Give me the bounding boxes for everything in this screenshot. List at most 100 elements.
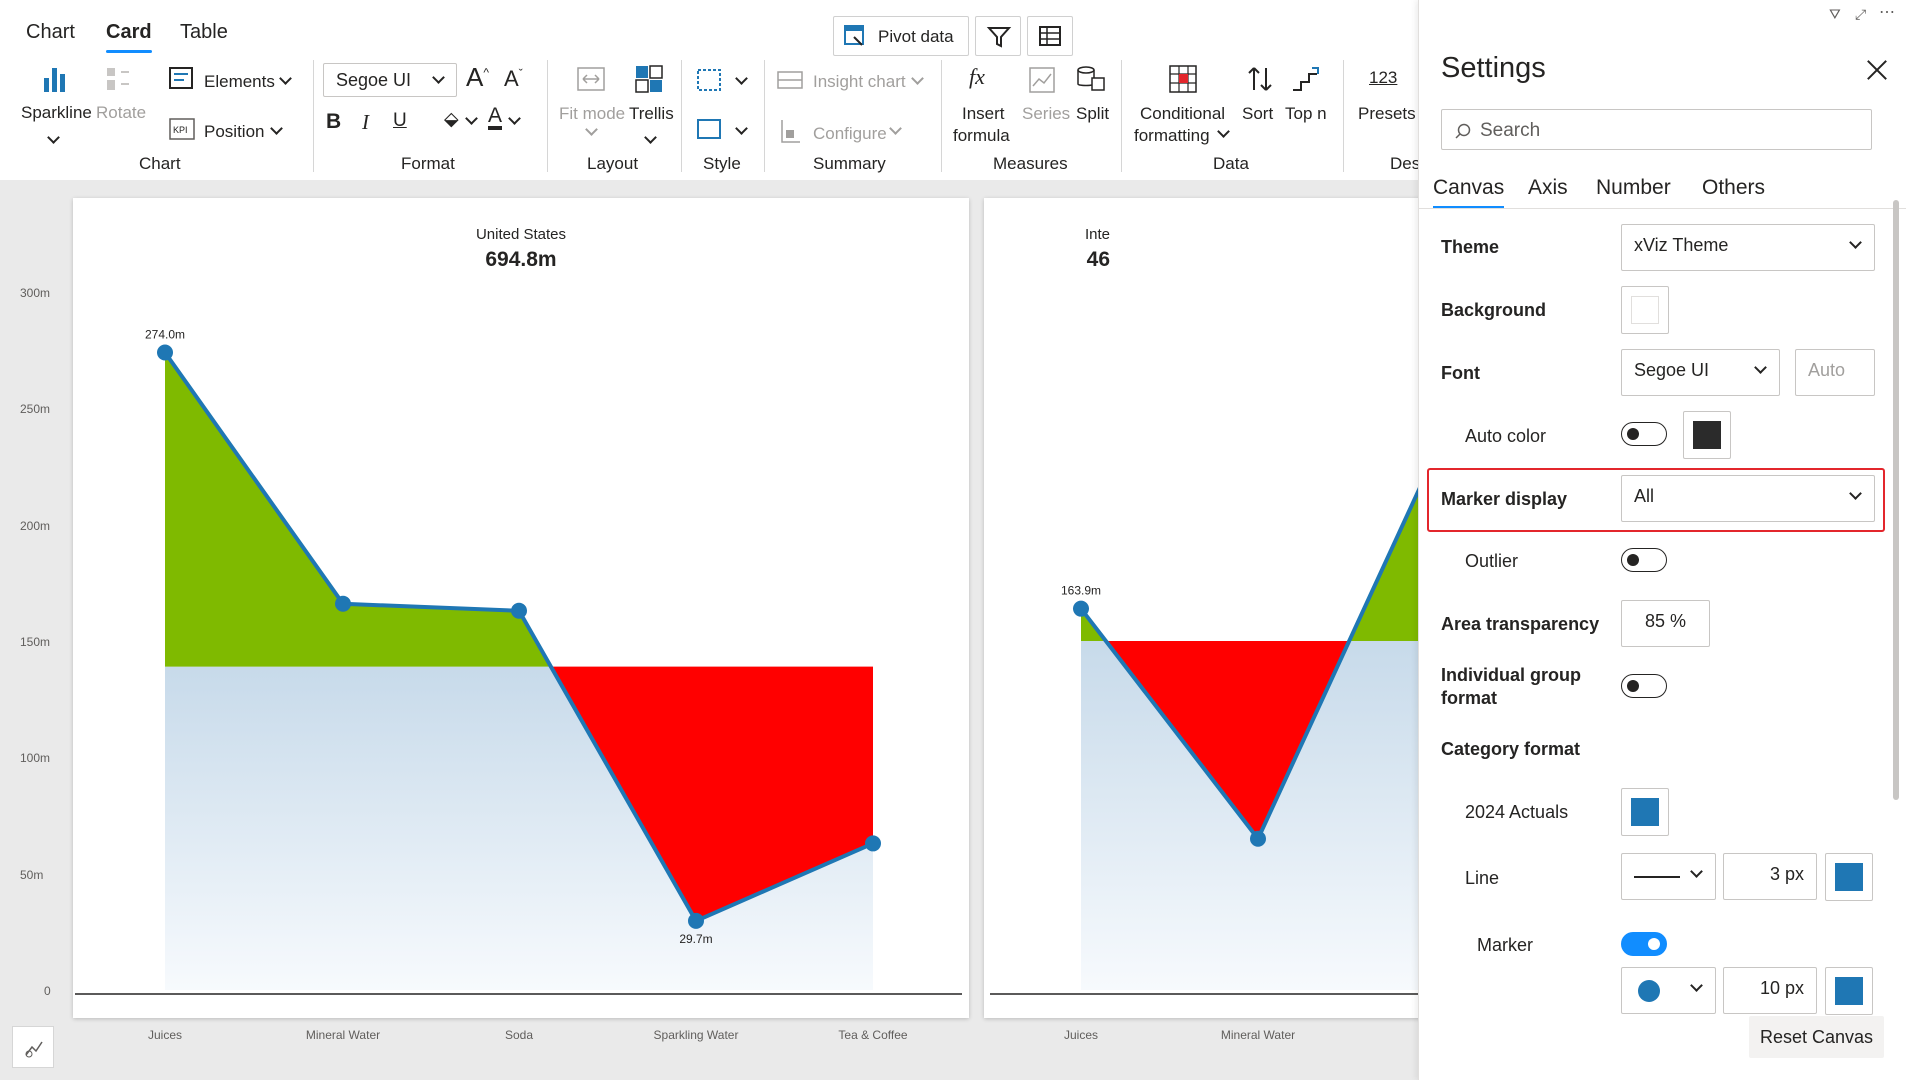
search-input[interactable]: Search	[1441, 109, 1872, 150]
tab-card[interactable]: Card	[106, 21, 152, 53]
font-color-picker[interactable]	[1683, 411, 1731, 459]
x-category-label: Mineral Water	[305, 1028, 381, 1042]
individual-group-label-2: format	[1441, 688, 1498, 708]
font-size-input[interactable]: Auto	[1795, 349, 1875, 396]
fill-color-icon[interactable]: ⬙	[444, 108, 459, 131]
category-format-label: Category format	[1441, 739, 1581, 759]
trellis-icon	[635, 65, 663, 93]
fit-mode-icon	[577, 67, 605, 91]
pivot-icon	[844, 25, 864, 46]
insight-chart-label: Insight chart	[813, 72, 906, 91]
sort-label: Sort	[1242, 104, 1274, 123]
marker-display-select[interactable]: All	[1621, 475, 1875, 522]
border-icon	[697, 69, 721, 91]
svg-text:KPI: KPI	[173, 125, 188, 135]
scrollbar[interactable]	[1893, 200, 1899, 800]
font-label: Font	[1441, 363, 1480, 383]
rotate-label: Rotate	[96, 103, 147, 122]
outlier-toggle[interactable]	[1621, 548, 1667, 572]
font-family-select[interactable]: Segoe UI	[323, 63, 457, 97]
sparkline-icon	[44, 68, 65, 92]
font-size-value: Auto	[1808, 360, 1846, 380]
close-icon[interactable]	[1866, 59, 1888, 81]
italic-icon[interactable]: I	[362, 110, 369, 135]
marker-size-input[interactable]: 10 px	[1723, 967, 1817, 1014]
data-marker	[157, 344, 173, 361]
font-select[interactable]: Segoe UI	[1621, 349, 1780, 396]
individual-group-label: Individual group	[1441, 665, 1581, 685]
chevron-down-icon	[270, 122, 283, 135]
rotate-icon	[107, 68, 129, 90]
background-color-picker[interactable]	[1621, 286, 1669, 334]
pivot-data-button[interactable]: Pivot data	[833, 16, 969, 56]
group-label-style: Style	[703, 154, 741, 173]
tab-others[interactable]: Others	[1702, 176, 1765, 200]
individual-group-toggle[interactable]	[1621, 674, 1667, 698]
marker-toggle[interactable]	[1621, 932, 1667, 956]
top-n-label: Top n	[1285, 104, 1327, 123]
position-label: Position	[204, 122, 265, 141]
tab-table[interactable]: Table	[180, 21, 228, 44]
chevron-down-icon	[1849, 487, 1862, 500]
auto-color-label: Auto color	[1465, 426, 1547, 446]
data-marker	[511, 602, 527, 619]
divider	[547, 60, 548, 172]
tab-canvas[interactable]: Canvas	[1433, 176, 1505, 209]
area-transparency-value: 85 %	[1644, 611, 1687, 631]
chevron-down-icon[interactable]	[508, 112, 521, 125]
marker-size-value: 10 px	[1759, 978, 1804, 998]
filter-settings-button[interactable]	[975, 16, 1021, 56]
marker-display-value: All	[1634, 486, 1655, 506]
font-value: Segoe UI	[1634, 360, 1710, 380]
chevron-down-icon	[911, 72, 924, 85]
tab-number[interactable]: Number	[1596, 176, 1671, 200]
x-category-label: Juices	[147, 1028, 183, 1042]
theme-select[interactable]: xViz Theme	[1621, 224, 1875, 271]
grow-font-icon[interactable]: A^	[466, 62, 489, 93]
more-options-icon[interactable]: ⋯	[1879, 2, 1895, 22]
edit-icon-button[interactable]	[12, 1026, 54, 1068]
filter-icon[interactable]: ⛛	[1829, 6, 1841, 23]
tab-axis[interactable]: Axis	[1528, 176, 1568, 200]
outlier-label: Outlier	[1465, 551, 1519, 571]
line-color-picker[interactable]	[1825, 853, 1873, 901]
data-marker	[335, 595, 351, 612]
shrink-font-icon[interactable]: Aˇ	[504, 66, 523, 92]
font-color-icon[interactable]: A	[488, 105, 503, 130]
chevron-down-icon	[1690, 865, 1703, 878]
split-label: Split	[1076, 104, 1110, 123]
table-edit-button[interactable]	[1027, 16, 1073, 56]
theme-label: Theme	[1441, 237, 1500, 257]
marker-shape-select[interactable]	[1621, 967, 1716, 1014]
divider	[764, 60, 765, 172]
expand-icon[interactable]: ⤢	[1855, 6, 1866, 23]
chevron-down-icon[interactable]	[465, 112, 478, 125]
divider	[681, 60, 682, 172]
tab-chart[interactable]: Chart	[26, 21, 75, 44]
auto-color-toggle[interactable]	[1621, 422, 1667, 446]
underline-icon[interactable]: U	[393, 110, 407, 132]
divider	[313, 60, 314, 172]
data-label: 274.0m	[145, 327, 185, 341]
line-width-input[interactable]: 3 px	[1723, 853, 1817, 900]
ribbon: Chart Card Table Pivot data Sparkline Ro…	[0, 0, 1420, 180]
circle-icon	[1638, 980, 1660, 1002]
chevron-down-icon	[644, 131, 657, 144]
variance-area	[1349, 491, 1418, 641]
area-transparency-input[interactable]: 85 %	[1621, 600, 1710, 647]
divider	[1419, 208, 1906, 209]
chart-edit-icon	[25, 1041, 43, 1058]
group-label-data: Data	[1213, 154, 1249, 173]
line-style-select[interactable]	[1621, 853, 1716, 900]
reset-canvas-button[interactable]: Reset Canvas	[1749, 1016, 1884, 1058]
chevron-down-icon	[735, 72, 748, 85]
elements-icon	[169, 67, 193, 89]
group-label-chart: Chart	[139, 154, 181, 173]
actuals-color-picker[interactable]	[1621, 788, 1669, 836]
marker-color-picker[interactable]	[1825, 967, 1873, 1015]
top-n-icon	[1293, 67, 1319, 91]
configure-label: Configure	[813, 124, 887, 143]
app-window: Chart Card Table Pivot data Sparkline Ro…	[0, 0, 1906, 1080]
bold-icon[interactable]: B	[326, 110, 341, 134]
trellis-label: Trellis	[629, 104, 674, 123]
